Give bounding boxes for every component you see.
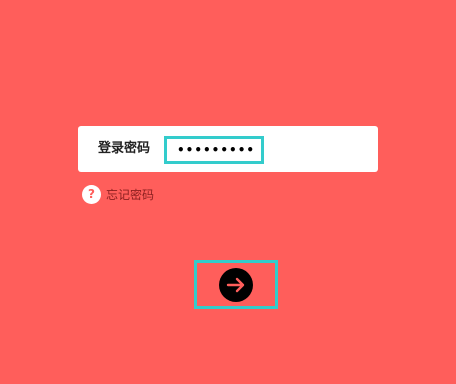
forgot-password-link[interactable]: ? 忘记密码: [82, 184, 154, 204]
login-box: 登录密码 •••••••••: [78, 126, 378, 172]
submit-highlight: [194, 260, 278, 309]
login-submit-button[interactable]: [219, 267, 253, 302]
password-label: 登录密码: [98, 141, 151, 156]
arrow-right-icon: [226, 277, 245, 292]
forgot-password-label: 忘记密码: [106, 187, 155, 202]
password-input[interactable]: •••••••••: [164, 136, 264, 164]
question-icon: ?: [82, 184, 101, 204]
